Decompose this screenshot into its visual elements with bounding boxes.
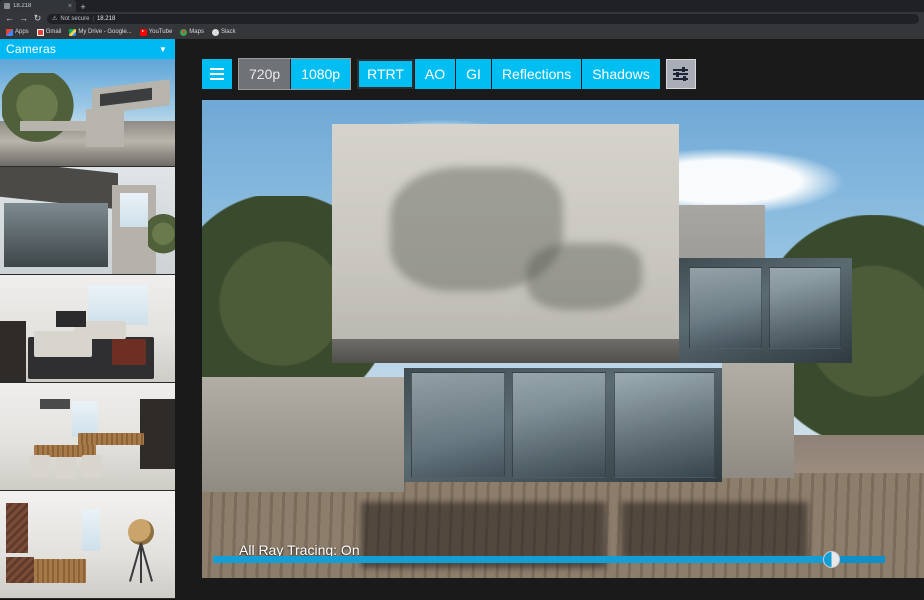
render-garden-wall bbox=[721, 362, 795, 478]
thumb-lamp-head bbox=[128, 519, 154, 545]
cameras-panel-header[interactable]: Cameras ▼ bbox=[0, 39, 175, 59]
forward-icon[interactable]: → bbox=[19, 14, 28, 23]
chevron-down-icon[interactable]: ▼ bbox=[159, 45, 167, 54]
google-maps-icon bbox=[180, 28, 188, 36]
gmail-icon bbox=[36, 28, 44, 36]
bookmark-slack[interactable]: Slack bbox=[210, 28, 238, 36]
camera-thumbnail-exterior-entry-view[interactable] bbox=[0, 167, 175, 275]
bookmark-label: YouTube bbox=[148, 29, 173, 35]
effect-reflections-button[interactable]: Reflections bbox=[490, 59, 582, 89]
thumb-tree bbox=[2, 73, 80, 145]
youtube-icon bbox=[139, 28, 147, 36]
thumb-wall bbox=[20, 121, 86, 131]
camera-thumbnail-interior-living-room[interactable] bbox=[0, 275, 175, 383]
thumb-sideboard bbox=[6, 557, 34, 583]
thumb-glass-wall bbox=[4, 203, 108, 267]
slack-icon bbox=[211, 28, 219, 36]
thumb-sideboard bbox=[34, 559, 60, 583]
address-bar[interactable]: ⚠ Not secure | 18.218 bbox=[47, 13, 919, 24]
settings-button[interactable] bbox=[665, 59, 696, 89]
thumb-tree bbox=[148, 213, 175, 259]
effect-ao-button[interactable]: AO bbox=[413, 59, 456, 89]
thumb-window bbox=[72, 401, 98, 437]
bookmark-label: Slack bbox=[220, 29, 236, 35]
thumb-chair bbox=[56, 457, 76, 479]
thumb-cabinetry bbox=[140, 399, 175, 469]
camera-thumbnail-interior-dining-kitchen[interactable] bbox=[0, 383, 175, 491]
thumb-window bbox=[120, 193, 148, 227]
thumb-sideboard bbox=[60, 559, 86, 583]
thumb-tv bbox=[56, 311, 86, 327]
bookmark-maps[interactable]: Maps bbox=[178, 28, 206, 36]
render-glass-pane bbox=[613, 372, 715, 478]
bookmark-gmail[interactable]: Gmail bbox=[35, 28, 64, 36]
back-icon[interactable]: ← bbox=[5, 14, 14, 23]
comparison-slider[interactable] bbox=[213, 549, 885, 569]
tab-title: 18.218 bbox=[13, 3, 32, 9]
render-tree-shadow bbox=[526, 243, 643, 311]
hamburger-menu-icon bbox=[210, 67, 224, 81]
thumb-chandelier bbox=[40, 399, 70, 409]
bookmark-label: My Drive - Google... bbox=[78, 29, 132, 35]
bookmark-my-drive[interactable]: My Drive - Google... bbox=[67, 28, 133, 36]
reload-icon[interactable]: ↻ bbox=[33, 14, 42, 23]
slider-fill bbox=[213, 556, 832, 563]
effect-rtrt-button[interactable]: RTRT bbox=[357, 59, 414, 89]
slider-thumb[interactable] bbox=[823, 551, 841, 568]
thumb-armchair bbox=[112, 339, 146, 365]
address-bar-url: 18.218 bbox=[96, 15, 116, 22]
thumb-counter bbox=[78, 433, 144, 445]
browser-window: 18.218 × + ← → ↻ ⚠ Not secure | 18.218 A… bbox=[0, 0, 924, 600]
thumb-window bbox=[82, 509, 100, 551]
thumb-building-base bbox=[86, 109, 124, 147]
resolution-button-group: 720p 1080p bbox=[238, 58, 352, 90]
resolution-720p-button[interactable]: 720p bbox=[239, 59, 291, 89]
bookmark-label: Apps bbox=[15, 29, 29, 35]
render-glass-pane bbox=[689, 267, 762, 349]
thumb-chair bbox=[30, 455, 50, 477]
thumb-lamp-leg bbox=[140, 543, 142, 583]
render-viewer: 720p 1080p RTRT AO GI Reflections Shadow… bbox=[175, 39, 924, 600]
camera-thumbnail-interior-bedroom-lamp[interactable] bbox=[0, 491, 175, 599]
thumb-cabinet bbox=[0, 321, 26, 382]
menu-button[interactable] bbox=[202, 59, 232, 89]
browser-tab[interactable]: 18.218 × bbox=[0, 0, 76, 12]
cameras-title: Cameras bbox=[6, 42, 57, 56]
effect-gi-button[interactable]: GI bbox=[455, 59, 491, 89]
page-icon bbox=[4, 3, 10, 9]
omnibox-separator: | bbox=[92, 15, 94, 22]
render-glass-pane bbox=[411, 372, 506, 478]
apps-grid-icon bbox=[6, 28, 13, 36]
security-status-label: Not secure bbox=[60, 15, 90, 22]
thumb-chair bbox=[82, 455, 102, 477]
bookmark-apps[interactable]: Apps bbox=[4, 28, 31, 36]
resolution-1080p-button[interactable]: 1080p bbox=[290, 59, 351, 89]
effects-button-group: RTRT AO GI Reflections Shadows bbox=[357, 59, 660, 89]
bookmark-label: Maps bbox=[189, 29, 204, 35]
new-tab-button[interactable]: + bbox=[76, 1, 90, 12]
render-soffit bbox=[331, 339, 679, 363]
camera-thumbnail-list bbox=[0, 59, 175, 599]
cameras-sidebar: Cameras ▼ bbox=[0, 39, 175, 600]
bookmarks-bar: Apps Gmail My Drive - Google... YouTube … bbox=[0, 25, 924, 39]
navigation-bar: ← → ↻ ⚠ Not secure | 18.218 bbox=[0, 12, 924, 25]
bookmark-youtube[interactable]: YouTube bbox=[138, 28, 175, 36]
camera-thumbnail-exterior-street-view[interactable] bbox=[0, 59, 175, 167]
render-garden-wall bbox=[202, 377, 405, 492]
thumb-window bbox=[88, 285, 148, 325]
render-glass-pane bbox=[768, 267, 841, 349]
bookmark-label: Gmail bbox=[45, 29, 62, 35]
google-drive-icon bbox=[69, 28, 77, 36]
viewer-toolbar: 720p 1080p RTRT AO GI Reflections Shadow… bbox=[202, 58, 696, 90]
render-canvas[interactable]: All Ray Tracing: On bbox=[202, 100, 924, 578]
render-glass-pane bbox=[512, 372, 607, 478]
close-icon[interactable]: × bbox=[68, 3, 72, 10]
thumb-wall-art bbox=[6, 503, 28, 553]
not-secure-warning-icon: ⚠ bbox=[52, 15, 58, 22]
tab-strip: 18.218 × + bbox=[0, 0, 924, 12]
effect-shadows-button[interactable]: Shadows bbox=[581, 59, 660, 89]
sliders-settings-icon bbox=[673, 67, 689, 81]
